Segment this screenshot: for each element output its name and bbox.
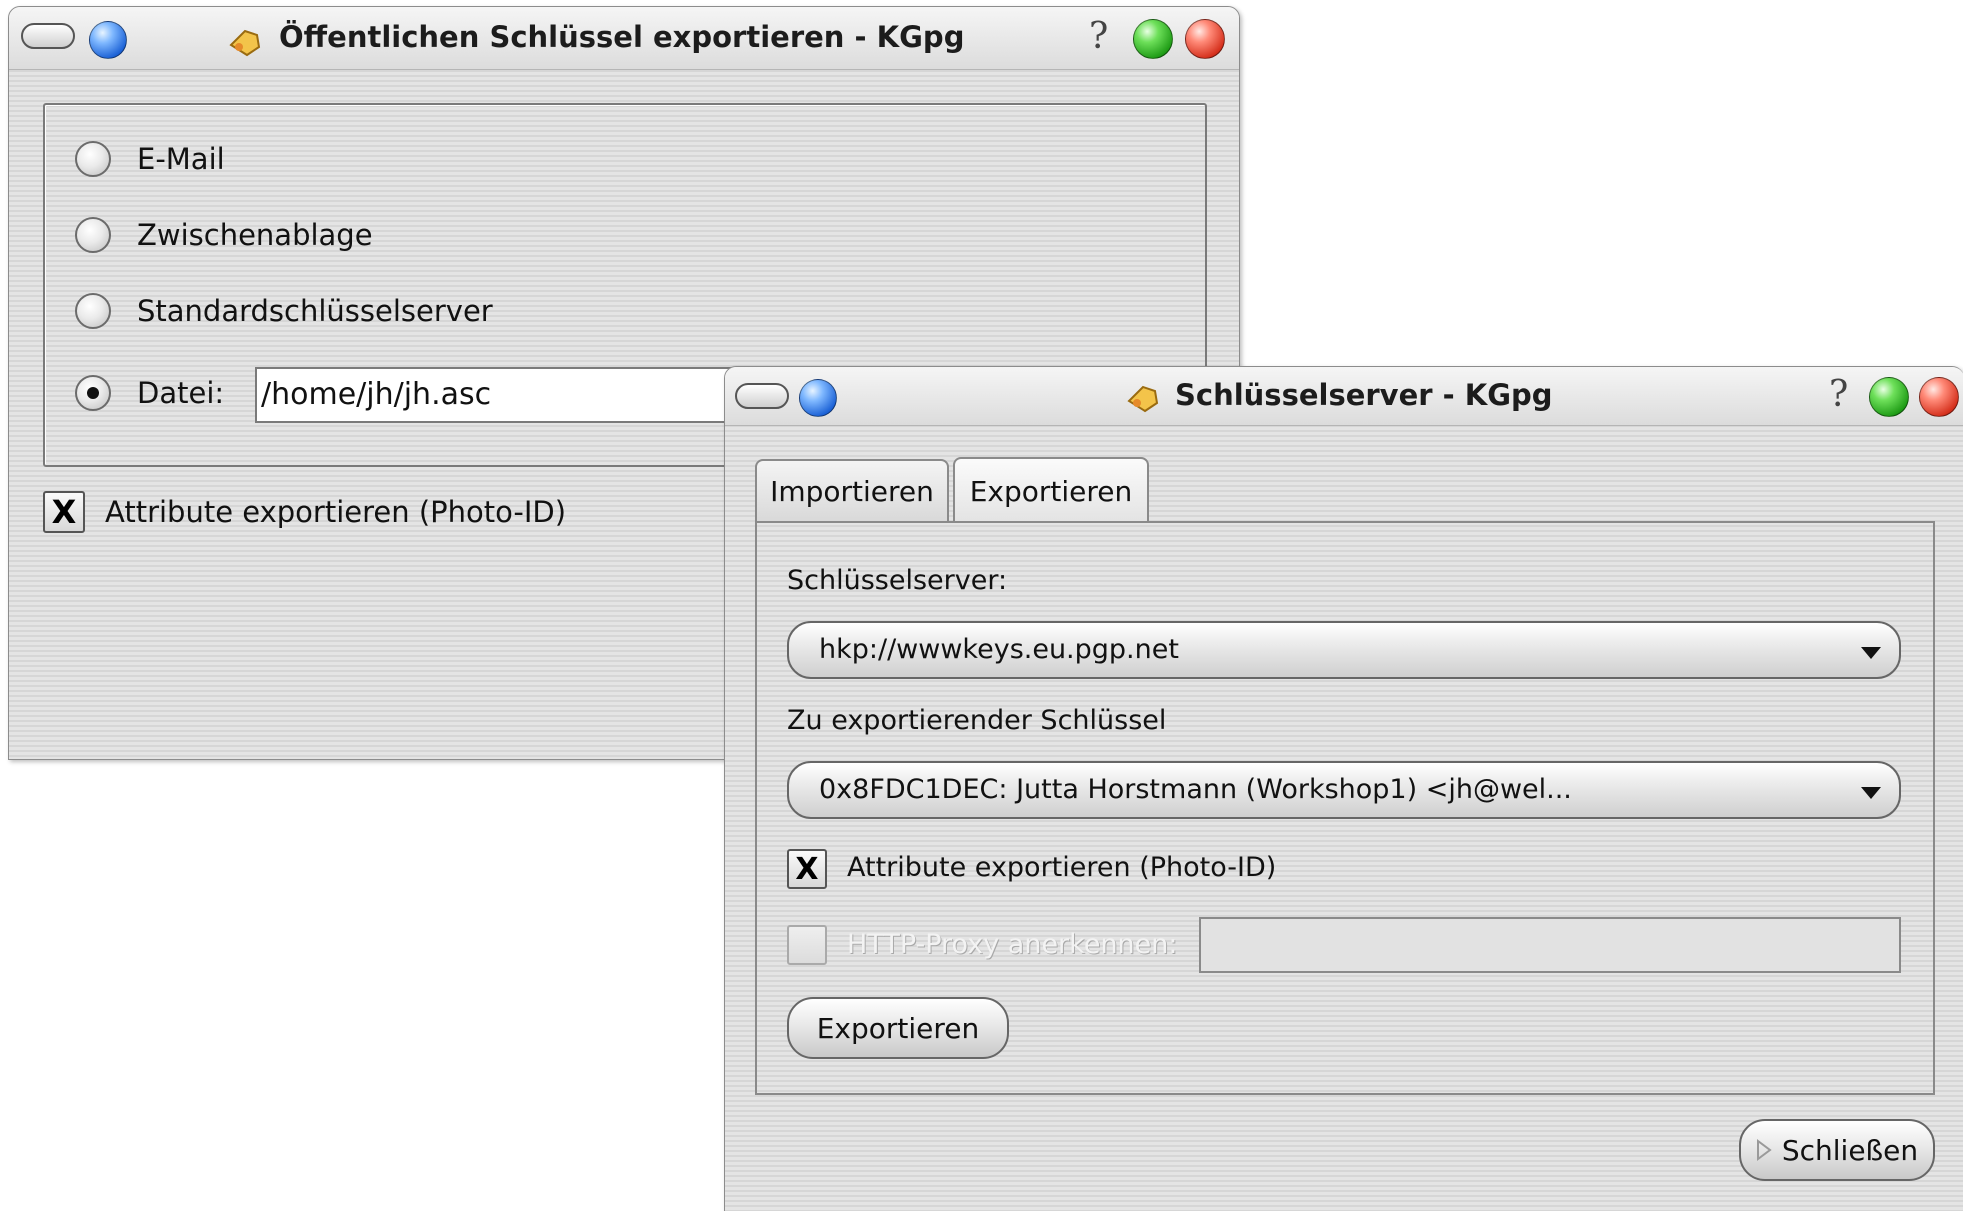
proxy-checkbox <box>787 925 827 965</box>
help-button[interactable]: ? <box>1089 17 1108 57</box>
radio-email-label[interactable]: E-Mail <box>137 141 225 177</box>
keyserver-dialog-titlebar[interactable]: Schlüsselserver - KGpg ? <box>725 367 1963 426</box>
close-button-label: Schließen <box>1781 1133 1919 1167</box>
proxy-input <box>1199 917 1901 973</box>
close-button-icon[interactable] <box>1185 19 1225 59</box>
attributes-checkbox[interactable]: X <box>43 491 85 533</box>
export-button-label: Exportieren <box>816 1011 980 1045</box>
radio-file[interactable] <box>75 375 111 411</box>
keyserver-value: hkp://wwwkeys.eu.pgp.net <box>819 634 1179 665</box>
attributes-checkbox[interactable]: X <box>787 849 827 889</box>
attributes-checkbox-label[interactable]: Attribute exportieren (Photo-ID) <box>105 493 566 531</box>
key-label: Zu exportierender Schlüssel <box>787 705 1167 736</box>
help-button[interactable]: ? <box>1829 375 1848 415</box>
radio-clipboard-label[interactable]: Zwischenablage <box>137 217 373 253</box>
key-value: 0x8FDC1DEC: Jutta Horstmann (Workshop1) … <box>819 774 1572 805</box>
keyserver-dialog-window: Schlüsselserver - KGpg ? Importieren Exp… <box>724 366 1963 1211</box>
kgpg-key-icon <box>229 29 261 57</box>
window-title: Schlüsselserver - KGpg <box>1175 378 1553 412</box>
radio-default-keyserver-label[interactable]: Standardschlüsselserver <box>137 293 493 329</box>
shade-button-icon[interactable] <box>799 379 837 417</box>
keyserver-label: Schlüsselserver: <box>787 565 1008 596</box>
attributes-checkbox-label[interactable]: Attribute exportieren (Photo-ID) <box>847 849 1276 887</box>
play-arrow-icon <box>1756 1139 1772 1161</box>
tab-import-label: Importieren <box>770 474 934 508</box>
window-title: Öffentlichen Schlüssel exportieren - KGp… <box>279 20 965 54</box>
close-button-icon[interactable] <box>1919 377 1959 417</box>
export-dialog-titlebar[interactable]: Öffentlichen Schlüssel exportieren - KGp… <box>9 7 1239 70</box>
radio-file-label[interactable]: Datei: <box>137 375 224 411</box>
tab-import[interactable]: Importieren <box>755 459 949 521</box>
tab-export-label: Exportieren <box>969 474 1133 508</box>
tab-export[interactable]: Exportieren <box>953 457 1149 523</box>
proxy-checkbox-label: HTTP-Proxy anerkennen: <box>847 929 1178 960</box>
shade-button-icon[interactable] <box>89 21 127 59</box>
key-combobox[interactable]: 0x8FDC1DEC: Jutta Horstmann (Workshop1) … <box>787 761 1901 819</box>
chevron-down-icon[interactable] <box>1861 787 1881 799</box>
kgpg-key-icon <box>1127 385 1159 413</box>
window-menu-icon[interactable] <box>21 23 75 49</box>
close-button[interactable]: Schließen <box>1739 1119 1935 1181</box>
keyserver-combobox[interactable]: hkp://wwwkeys.eu.pgp.net <box>787 621 1901 679</box>
export-button[interactable]: Exportieren <box>787 997 1009 1059</box>
maximize-button-icon[interactable] <box>1133 19 1173 59</box>
window-menu-icon[interactable] <box>735 383 789 409</box>
radio-email[interactable] <box>75 141 111 177</box>
radio-clipboard[interactable] <box>75 217 111 253</box>
radio-default-keyserver[interactable] <box>75 293 111 329</box>
chevron-down-icon[interactable] <box>1861 647 1881 659</box>
maximize-button-icon[interactable] <box>1869 377 1909 417</box>
